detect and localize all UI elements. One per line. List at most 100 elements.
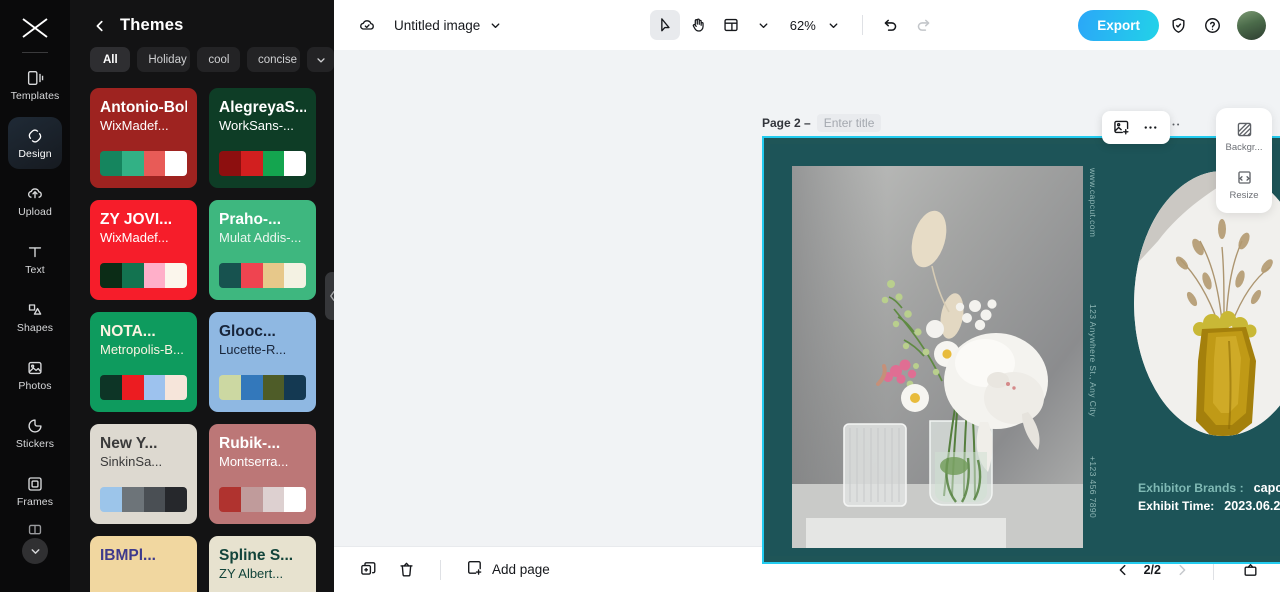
- theme-card[interactable]: Praho-... Mulat Addis-...: [209, 200, 316, 300]
- resize-button[interactable]: Resize: [1220, 165, 1268, 204]
- meta-row-exhibitor[interactable]: Exhibitor Brands : capcut: [1138, 481, 1280, 495]
- ellipsis-icon[interactable]: [1137, 114, 1164, 141]
- theme-filter-chips: All Holiday cool concise: [70, 45, 334, 72]
- select-tool-button[interactable]: [649, 10, 680, 40]
- theme-card[interactable]: Antonio-Bold WixMadef...: [90, 88, 197, 188]
- top-toolbar: Untitled image 62% Export: [334, 0, 1280, 50]
- theme-card[interactable]: AlegreyaS... WorkSans-...: [209, 88, 316, 188]
- theme-card-swatches: [219, 263, 306, 288]
- color-swatch: [143, 375, 166, 400]
- color-swatch: [121, 263, 144, 288]
- export-button[interactable]: Export: [1078, 9, 1159, 41]
- vertical-text-website: www.capcut.com: [1088, 168, 1098, 238]
- canvas-tool-group: 62%: [649, 10, 939, 40]
- theme-card[interactable]: ZY JOVI... WixMadef...: [90, 200, 197, 300]
- sidebar-label-upload: Upload: [18, 206, 52, 218]
- cloud-saved-icon[interactable]: [352, 10, 382, 40]
- chip-holiday[interactable]: Holiday: [137, 47, 191, 72]
- vertical-text-phone: +123 456 7890: [1088, 456, 1098, 519]
- color-swatch: [165, 487, 187, 512]
- meta-value-time: 2023.06.22: [1224, 499, 1280, 513]
- zoom-chevron-down-icon[interactable]: [819, 10, 849, 40]
- document-name[interactable]: Untitled image: [394, 18, 480, 33]
- theme-card[interactable]: Rubik-... Montserra...: [209, 424, 316, 524]
- sidebar-label-design: Design: [18, 148, 52, 160]
- sidebar-label-text: Text: [25, 264, 45, 276]
- sidebar-item-upload[interactable]: Upload: [8, 175, 62, 227]
- color-swatch: [219, 151, 241, 176]
- color-swatch: [143, 263, 166, 288]
- panel-title: Themes: [120, 16, 184, 34]
- meta-key-time: Exhibit Time:: [1138, 499, 1215, 513]
- rail-expand-more-button[interactable]: [22, 538, 48, 564]
- shield-icon[interactable]: [1163, 10, 1193, 40]
- theme-card-title: NOTA...: [100, 323, 156, 340]
- panel-collapse-button[interactable]: [325, 272, 334, 320]
- color-swatch: [143, 151, 166, 176]
- theme-card-subtitle: Mulat Addis-...: [219, 230, 302, 245]
- add-page-icon: [465, 558, 484, 582]
- page-title-input[interactable]: Enter title: [816, 114, 882, 132]
- theme-card[interactable]: Glooc... Lucette-R...: [209, 312, 316, 412]
- color-swatch: [219, 375, 241, 400]
- rail-overflow-icon-row: [0, 520, 70, 540]
- theme-card-swatches: [219, 151, 306, 176]
- color-swatch: [284, 263, 306, 288]
- image-add-icon[interactable]: [1108, 114, 1135, 141]
- theme-card[interactable]: New Y... SinkinSa...: [90, 424, 197, 524]
- zoom-level[interactable]: 62%: [790, 18, 816, 33]
- theme-card[interactable]: Spline S... ZY Albert...: [209, 536, 316, 592]
- document-chevron-down-icon[interactable]: [480, 10, 510, 40]
- meta-row-time[interactable]: Exhibit Time: 2023.06.22: [1138, 499, 1280, 513]
- chip-cool[interactable]: cool: [197, 47, 240, 72]
- sidebar-label-stickers: Stickers: [15, 438, 55, 450]
- vertical-contact-texts: www.capcut.com 123 Anywhere St., Any Cit…: [1088, 156, 1108, 556]
- sidebar-item-photos[interactable]: Photos: [8, 349, 62, 401]
- color-swatch: [143, 487, 166, 512]
- help-icon[interactable]: [1197, 10, 1227, 40]
- theme-card-title: ZY JOVI...: [100, 211, 173, 228]
- chip-concise[interactable]: concise: [247, 47, 300, 72]
- capcut-logo-icon[interactable]: [18, 14, 52, 42]
- color-swatch: [100, 151, 122, 176]
- theme-card-swatches: [100, 151, 187, 176]
- color-swatch: [240, 263, 263, 288]
- sidebar-item-shapes[interactable]: Shapes: [8, 291, 62, 343]
- undo-button[interactable]: [876, 10, 906, 40]
- meta-key-exhibitor: Exhibitor Brands :: [1138, 481, 1244, 495]
- trash-icon[interactable]: [392, 556, 420, 584]
- sidebar-item-design[interactable]: Design: [8, 117, 62, 169]
- background-button[interactable]: Backgr...: [1220, 117, 1268, 156]
- main-area: Untitled image 62% Export Page 2 – Enter…: [334, 0, 1280, 592]
- back-chevron-left-icon[interactable]: [92, 18, 108, 34]
- bottom-divider: [440, 559, 441, 580]
- hand-tool-button[interactable]: [683, 10, 713, 40]
- sidebar-item-text[interactable]: Text: [8, 233, 62, 285]
- color-swatch: [219, 263, 241, 288]
- vertical-text-address: 123 Anywhere St., Any City: [1088, 304, 1098, 417]
- color-swatch: [262, 375, 285, 400]
- add-page-button[interactable]: Add page: [465, 558, 550, 582]
- rail-divider: [22, 52, 48, 53]
- layout-chevron-down-icon[interactable]: [749, 10, 779, 40]
- resize-label: Resize: [1229, 190, 1259, 201]
- main-flower-photo[interactable]: [792, 166, 1083, 548]
- color-swatch: [100, 263, 122, 288]
- theme-card-subtitle: WixMadef...: [100, 230, 169, 245]
- theme-card[interactable]: NOTA... Metropolis-B...: [90, 312, 197, 412]
- artboard[interactable]: www.capcut.com 123 Anywhere St., Any Cit…: [762, 136, 1280, 564]
- sidebar-item-templates[interactable]: Templates: [8, 59, 62, 111]
- theme-card-subtitle: WixMadef...: [100, 118, 169, 133]
- color-swatch: [284, 375, 306, 400]
- user-avatar[interactable]: [1237, 10, 1266, 40]
- sidebar-item-stickers[interactable]: Stickers: [8, 407, 62, 459]
- theme-grid: Antonio-Bold WixMadef... AlegreyaS... WorkS…: [70, 74, 334, 592]
- theme-card-title: Glooc...: [219, 323, 276, 340]
- sidebar-item-frames[interactable]: Frames: [8, 465, 62, 517]
- layout-tool-button[interactable]: [716, 10, 746, 40]
- chips-expand-chevron-down-icon[interactable]: [307, 47, 334, 72]
- chip-all[interactable]: All: [90, 47, 131, 72]
- theme-card-swatches: [219, 487, 306, 512]
- theme-card[interactable]: IBMPl...: [90, 536, 197, 592]
- duplicate-page-icon[interactable]: [354, 556, 382, 584]
